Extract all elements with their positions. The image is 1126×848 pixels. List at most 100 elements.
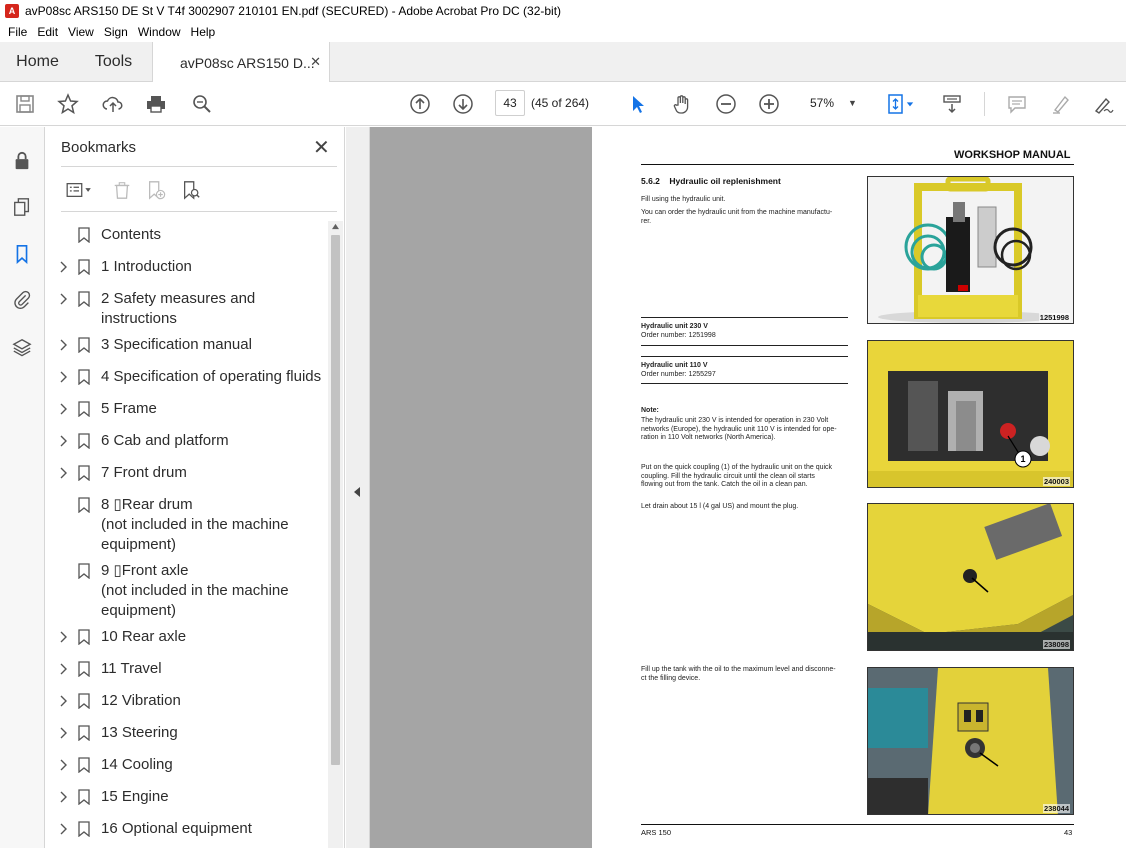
chevron-right-icon[interactable] bbox=[57, 822, 69, 836]
photo-code: 1251998 bbox=[1038, 313, 1070, 322]
photo-code: 240003 bbox=[1042, 477, 1070, 486]
photo-code: 238098 bbox=[1042, 640, 1070, 649]
chevron-right-icon[interactable] bbox=[57, 630, 69, 644]
bookmark-icon bbox=[78, 337, 90, 353]
attachments-icon[interactable] bbox=[10, 287, 34, 311]
divider bbox=[641, 383, 848, 384]
upload-cloud-icon[interactable] bbox=[100, 92, 126, 116]
instruction-step-1: Put on the quick coupling (1) of the hyd… bbox=[641, 464, 833, 488]
save-icon[interactable] bbox=[12, 92, 38, 116]
intro-text-1: Fill using the hydraulic unit. bbox=[641, 196, 726, 203]
bookmark-icon bbox=[78, 465, 90, 481]
menu-help[interactable]: Help bbox=[186, 25, 221, 39]
select-cursor-icon[interactable] bbox=[625, 92, 651, 116]
photo-drain-plug: 238098 bbox=[867, 503, 1074, 651]
bookmark-icon bbox=[78, 725, 90, 741]
zoom-level[interactable]: 57% bbox=[810, 96, 834, 110]
chevron-right-icon[interactable] bbox=[57, 662, 69, 676]
tab-bar: Home Tools avP08sc ARS150 D... ✕ bbox=[0, 42, 1126, 83]
scroll-up-icon[interactable] bbox=[331, 223, 340, 230]
chevron-right-icon[interactable] bbox=[57, 402, 69, 416]
toolbar-separator bbox=[984, 92, 985, 116]
highlight-pen-icon[interactable] bbox=[1048, 92, 1074, 116]
bookmark-icon bbox=[78, 563, 90, 579]
photo-tank-fill: 238044 bbox=[867, 667, 1074, 815]
chevron-right-icon[interactable] bbox=[57, 370, 69, 384]
menu-view[interactable]: View bbox=[63, 25, 99, 39]
bookmark-icon bbox=[78, 291, 90, 307]
bookmark-icon bbox=[78, 369, 90, 385]
page-number-input[interactable]: 43 bbox=[495, 90, 525, 116]
bookmarks-scrollbar[interactable] bbox=[328, 221, 343, 848]
collapse-arrow-icon[interactable] bbox=[354, 487, 360, 497]
menu-file[interactable]: File bbox=[3, 25, 32, 39]
tab-close-icon[interactable]: ✕ bbox=[310, 54, 321, 70]
tab-document-label: avP08sc ARS150 D... bbox=[180, 54, 315, 71]
divider bbox=[641, 345, 848, 346]
bookmark-star-icon[interactable] bbox=[55, 92, 81, 116]
panel-divider bbox=[61, 166, 337, 167]
unit110-order: Order number: 1255297 bbox=[641, 371, 716, 378]
page-count: (45 of 264) bbox=[531, 96, 590, 110]
fit-page-caret-icon[interactable] bbox=[903, 92, 917, 116]
panel-collapse-handle[interactable] bbox=[346, 127, 370, 848]
header-rule bbox=[641, 164, 1074, 165]
page-thumbnails-icon[interactable] bbox=[10, 195, 34, 219]
scrollbar-thumb[interactable] bbox=[331, 235, 340, 765]
new-bookmark-icon[interactable] bbox=[143, 177, 169, 203]
bookmark-icon bbox=[78, 629, 90, 645]
chevron-right-icon[interactable] bbox=[57, 434, 69, 448]
tab-document[interactable]: avP08sc ARS150 D... ✕ bbox=[152, 42, 330, 83]
note-text: The hydraulic unit 230 V is intended for… bbox=[641, 417, 837, 441]
next-page-icon[interactable] bbox=[450, 92, 476, 116]
zoom-out-icon[interactable] bbox=[713, 92, 739, 116]
photo-hydraulic-unit: 1251998 bbox=[867, 176, 1074, 324]
bookmark-icon bbox=[78, 227, 90, 243]
hand-tool-icon[interactable] bbox=[669, 92, 695, 116]
delete-bookmark-icon[interactable] bbox=[109, 177, 135, 203]
bookmarks-panel-icon[interactable] bbox=[10, 242, 34, 266]
zoom-dropdown-icon[interactable]: ▼ bbox=[848, 98, 857, 108]
bookmark-icon bbox=[78, 693, 90, 709]
window-title: avP08sc ARS150 DE St V T4f 3002907 21010… bbox=[25, 4, 562, 18]
bookmark-icon bbox=[78, 497, 90, 513]
tab-home[interactable]: Home bbox=[0, 42, 75, 82]
bookmark-options-icon[interactable] bbox=[61, 177, 97, 203]
previous-page-icon[interactable] bbox=[407, 92, 433, 116]
print-icon[interactable] bbox=[143, 92, 169, 116]
chevron-right-icon[interactable] bbox=[57, 292, 69, 306]
intro-text-2: You can order the hydraulic unit from th… bbox=[641, 209, 833, 225]
navigation-rail bbox=[0, 127, 45, 848]
zoom-in-icon[interactable] bbox=[756, 92, 782, 116]
comment-icon[interactable] bbox=[1004, 92, 1030, 116]
menu-edit[interactable]: Edit bbox=[32, 25, 63, 39]
divider bbox=[641, 356, 848, 357]
acrobat-app-icon: A bbox=[5, 4, 19, 18]
unit230-order: Order number: 1251998 bbox=[641, 332, 716, 339]
photo-quick-coupling: 1 240003 bbox=[867, 340, 1074, 488]
find-zoom-icon[interactable] bbox=[189, 92, 215, 116]
close-panel-icon[interactable]: ✕ bbox=[313, 135, 330, 160]
find-bookmark-icon[interactable] bbox=[178, 177, 204, 203]
chevron-right-icon[interactable] bbox=[57, 338, 69, 352]
chevron-right-icon[interactable] bbox=[57, 694, 69, 708]
chevron-right-icon[interactable] bbox=[57, 726, 69, 740]
unit110-title: Hydraulic unit 110 V bbox=[641, 362, 708, 369]
tab-tools[interactable]: Tools bbox=[75, 42, 152, 82]
chevron-right-icon[interactable] bbox=[57, 790, 69, 804]
keyboard-scroll-icon[interactable] bbox=[939, 92, 965, 116]
panel-divider bbox=[61, 211, 337, 212]
chevron-right-icon[interactable] bbox=[57, 758, 69, 772]
footer-rule bbox=[641, 824, 1074, 825]
chevron-right-icon[interactable] bbox=[57, 260, 69, 274]
menu-sign[interactable]: Sign bbox=[99, 25, 133, 39]
menu-bar: File Edit View Sign Window Help bbox=[0, 22, 1126, 42]
title-bar: A avP08sc ARS150 DE St V T4f 3002907 210… bbox=[0, 0, 1126, 22]
chevron-right-icon[interactable] bbox=[57, 466, 69, 480]
sign-pen-icon[interactable] bbox=[1090, 92, 1116, 116]
lock-icon[interactable] bbox=[10, 149, 34, 173]
menu-window[interactable]: Window bbox=[133, 25, 186, 39]
unit230-title: Hydraulic unit 230 V bbox=[641, 323, 708, 330]
footer-model: ARS 150 bbox=[641, 828, 672, 837]
layers-icon[interactable] bbox=[10, 335, 34, 359]
